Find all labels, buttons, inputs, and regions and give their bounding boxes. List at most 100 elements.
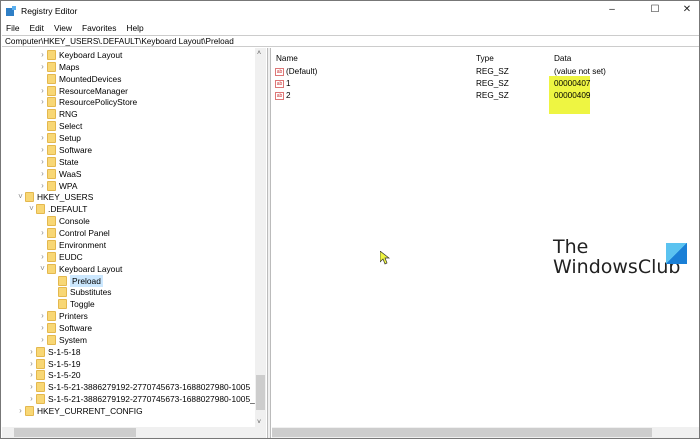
chevron-right-icon[interactable]: › bbox=[38, 144, 47, 156]
tree-item[interactable]: ˅ Keyboard Layout bbox=[38, 263, 122, 275]
menu-edit[interactable]: Edit bbox=[25, 21, 49, 35]
folder-icon bbox=[47, 251, 56, 262]
tree-item[interactable]: ˅ .DEFAULT bbox=[27, 203, 87, 215]
chevron-right-icon[interactable]: › bbox=[38, 85, 47, 97]
string-value-icon: ab bbox=[275, 91, 284, 100]
chevron-right-icon[interactable]: › bbox=[38, 49, 47, 61]
chevron-down-icon[interactable]: ˅ bbox=[38, 263, 47, 275]
tree-item-label: HKEY_USERS bbox=[37, 192, 94, 203]
folder-icon bbox=[47, 168, 56, 179]
pane-splitter[interactable] bbox=[267, 48, 271, 438]
chevron-down-icon[interactable]: ˅ bbox=[16, 191, 25, 203]
tree-item[interactable]: › Software bbox=[38, 144, 92, 156]
tree-item[interactable]: › Printers bbox=[38, 310, 88, 322]
value-row[interactable]: ab 2 bbox=[275, 90, 291, 102]
string-value-icon: ab bbox=[275, 67, 284, 76]
chevron-right-icon[interactable]: › bbox=[38, 180, 47, 192]
chevron-right-icon[interactable]: › bbox=[38, 168, 47, 180]
tree-item[interactable]: RNG bbox=[38, 108, 78, 120]
folder-icon bbox=[36, 346, 45, 357]
tree-item[interactable]: › ResourceManager bbox=[38, 85, 128, 97]
tree-item[interactable]: › WPA bbox=[38, 180, 77, 192]
values-hscroll-thumb[interactable] bbox=[272, 428, 652, 437]
tree-item-label: S-1-5-21-3886279192-2770745673-168802798… bbox=[48, 394, 266, 405]
menu-view[interactable]: View bbox=[49, 21, 77, 35]
tree-item[interactable]: Substitutes bbox=[49, 286, 111, 298]
tree-item[interactable]: Toggle bbox=[49, 298, 95, 310]
chevron-right-icon[interactable]: › bbox=[38, 334, 47, 346]
tree-item-label: EUDC bbox=[59, 251, 83, 262]
tree-item[interactable]: › Keyboard Layout bbox=[38, 49, 122, 61]
chevron-right-icon[interactable]: › bbox=[27, 381, 36, 393]
tree-item-label: Keyboard Layout bbox=[59, 50, 123, 60]
maximize-button[interactable]: ☐ bbox=[644, 4, 666, 18]
value-row[interactable]: ab (Default) bbox=[275, 66, 317, 78]
chevron-down-icon[interactable]: ˅ bbox=[27, 203, 36, 215]
tree-item[interactable]: › S-1-5-21-3886279192-2770745673-16880279… bbox=[27, 393, 266, 405]
menu-file[interactable]: File bbox=[1, 21, 25, 35]
value-row[interactable]: ab 1 bbox=[275, 78, 291, 90]
tree-item[interactable]: › S-1-5-19 bbox=[27, 358, 81, 370]
chevron-right-icon[interactable]: › bbox=[27, 346, 36, 358]
folder-icon bbox=[47, 216, 56, 227]
folder-icon bbox=[47, 228, 56, 239]
tree-item[interactable]: Environment bbox=[38, 239, 106, 251]
tree-item[interactable]: › S-1-5-21-3886279192-2770745673-16880279… bbox=[27, 381, 250, 393]
chevron-right-icon[interactable]: › bbox=[27, 369, 36, 381]
scroll-up-icon[interactable]: ˄ bbox=[257, 50, 261, 57]
tree-hscroll-thumb[interactable] bbox=[14, 428, 136, 437]
tree-horizontal-scrollbar[interactable] bbox=[2, 427, 266, 438]
tree-item[interactable]: › Maps bbox=[38, 61, 79, 73]
tree-scroll-thumb[interactable] bbox=[256, 375, 265, 410]
chevron-right-icon[interactable]: › bbox=[38, 132, 47, 144]
chevron-right-icon[interactable]: › bbox=[27, 393, 36, 405]
menu-help[interactable]: Help bbox=[121, 21, 148, 35]
address-bar[interactable]: Computer\HKEY_USERS\.DEFAULT\Keyboard La… bbox=[2, 35, 699, 47]
column-header-type[interactable]: Type bbox=[476, 54, 494, 63]
close-button[interactable]: ✕ bbox=[676, 4, 698, 18]
scroll-down-icon[interactable]: ˅ bbox=[257, 419, 261, 426]
chevron-right-icon[interactable]: › bbox=[38, 251, 47, 263]
chevron-right-icon[interactable]: › bbox=[38, 310, 47, 322]
value-type: REG_SZ bbox=[476, 67, 509, 76]
tree-item[interactable]: Console bbox=[38, 215, 90, 227]
tree-item[interactable]: › Control Panel bbox=[38, 227, 110, 239]
value-data: 00000407 bbox=[554, 79, 591, 88]
tree-vertical-scrollbar[interactable]: ˄ ˅ bbox=[255, 48, 266, 427]
column-header-name[interactable]: Name bbox=[276, 54, 298, 63]
tree-item[interactable]: › State bbox=[38, 156, 79, 168]
chevron-right-icon[interactable]: › bbox=[27, 358, 36, 370]
chevron-right-icon[interactable]: › bbox=[38, 322, 47, 334]
tree-item[interactable]: › Software bbox=[38, 322, 92, 334]
tree-item[interactable]: MountedDevices bbox=[38, 73, 121, 85]
chevron-right-icon[interactable]: › bbox=[16, 405, 25, 417]
folder-icon bbox=[47, 239, 56, 250]
minimize-button[interactable]: – bbox=[601, 4, 623, 18]
tree-item[interactable]: › EUDC bbox=[38, 251, 83, 263]
tree-item-label: S-1-5-21-3886279192-2770745673-168802798… bbox=[48, 382, 251, 393]
tree-item-label: HKEY_CURRENT_CONFIG bbox=[37, 406, 143, 417]
tree-item[interactable]: › S-1-5-20 bbox=[27, 369, 81, 381]
tree-item-label: Software bbox=[59, 144, 93, 155]
chevron-right-icon[interactable]: › bbox=[38, 61, 47, 73]
value-data: (value not set) bbox=[554, 67, 606, 76]
folder-icon bbox=[47, 73, 56, 84]
chevron-right-icon[interactable]: › bbox=[38, 96, 47, 108]
tree-item[interactable]: ˅ HKEY_USERS bbox=[16, 191, 93, 203]
tree-item-label: State bbox=[59, 156, 79, 167]
tree-item[interactable]: › ResourcePolicyStore bbox=[38, 96, 137, 108]
chevron-right-icon[interactable]: › bbox=[38, 227, 47, 239]
tree-item[interactable]: › WaaS bbox=[38, 168, 82, 180]
menu-favorites[interactable]: Favorites bbox=[77, 21, 121, 35]
tree-item[interactable]: › Setup bbox=[38, 132, 81, 144]
values-horizontal-scrollbar[interactable] bbox=[272, 427, 699, 438]
tree-item[interactable]: Preload bbox=[49, 274, 103, 287]
tree-item[interactable]: Select bbox=[38, 120, 82, 132]
windows-logo-icon bbox=[666, 243, 687, 264]
tree-item[interactable]: › S-1-5-18 bbox=[27, 346, 81, 358]
column-header-data[interactable]: Data bbox=[554, 54, 571, 63]
tree-item[interactable]: › HKEY_CURRENT_CONFIG bbox=[16, 405, 143, 417]
chevron-right-icon[interactable]: › bbox=[38, 156, 47, 168]
tree-item[interactable]: › System bbox=[38, 334, 87, 346]
folder-icon bbox=[47, 109, 56, 120]
